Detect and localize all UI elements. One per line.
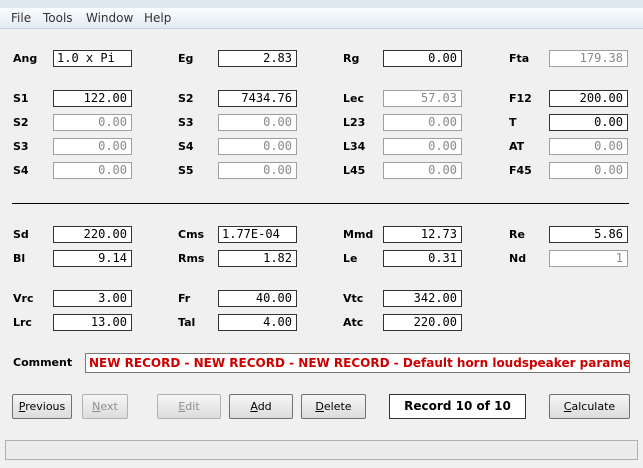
delete-button[interactable]: Delete	[301, 394, 366, 419]
label-rg: Rg	[343, 52, 360, 65]
previous-button-label: revious	[25, 400, 66, 413]
label-t: T	[509, 116, 517, 129]
field-fr[interactable]: 40.00	[218, 290, 297, 307]
field-s3b: 0.00	[218, 114, 297, 131]
calculate-button[interactable]: Calculate	[549, 394, 630, 419]
field-rms[interactable]: 1.82	[218, 250, 297, 267]
record-indicator: Record 10 of 10	[389, 394, 526, 419]
add-button-mnemonic: A	[250, 400, 258, 413]
label-l34: L34	[343, 140, 366, 153]
field-lec: 57.03	[383, 90, 462, 107]
label-lec: Lec	[343, 92, 364, 105]
field-f45: 0.00	[549, 162, 628, 179]
label-ang: Ang	[13, 52, 38, 65]
menu-tools[interactable]: Tools	[43, 11, 73, 25]
edit-button[interactable]: Edit	[157, 394, 221, 419]
label-f45: F45	[509, 164, 532, 177]
add-button-label: dd	[257, 400, 272, 413]
add-button[interactable]: Add	[229, 394, 293, 419]
status-bar	[5, 440, 638, 460]
edit-button-label: dit	[185, 400, 200, 413]
label-cms: Cms	[178, 228, 205, 241]
field-s2: 0.00	[53, 114, 132, 131]
label-mmd: Mmd	[343, 228, 374, 241]
menu-bar: File Tools Window Help	[0, 8, 643, 29]
menu-help[interactable]: Help	[144, 11, 171, 25]
field-eg[interactable]: 2.83	[218, 50, 297, 67]
menu-file[interactable]: File	[11, 11, 31, 25]
label-vtc: Vtc	[343, 292, 364, 305]
comment-field[interactable]: NEW RECORD - NEW RECORD - NEW RECORD - D…	[85, 353, 630, 373]
label-nd: Nd	[509, 252, 527, 265]
field-s4b: 0.00	[218, 138, 297, 155]
field-l23: 0.00	[383, 114, 462, 131]
label-l23: L23	[343, 116, 366, 129]
label-bl: Bl	[13, 252, 26, 265]
label-tal: Tal	[178, 316, 196, 329]
field-vrc[interactable]: 3.00	[53, 290, 132, 307]
label-s4b: S4	[178, 140, 194, 153]
field-bl[interactable]: 9.14	[53, 250, 132, 267]
field-lrc[interactable]: 13.00	[53, 314, 132, 331]
previous-button[interactable]: Previous	[12, 394, 72, 419]
label-sd: Sd	[13, 228, 29, 241]
label-f12: F12	[509, 92, 532, 105]
label-re: Re	[509, 228, 525, 241]
menu-window[interactable]: Window	[86, 11, 133, 25]
field-vtc[interactable]: 342.00	[383, 290, 462, 307]
label-s2b: S2	[178, 92, 194, 105]
delete-button-label: elete	[323, 400, 352, 413]
field-s1[interactable]: 122.00	[53, 90, 132, 107]
field-l45: 0.00	[383, 162, 462, 179]
label-l45: L45	[343, 164, 366, 177]
label-eg: Eg	[178, 52, 194, 65]
label-rms: Rms	[178, 252, 205, 265]
field-t[interactable]: 0.00	[549, 114, 628, 131]
field-ang[interactable]: 1.0 x Pi	[53, 50, 132, 67]
field-s2b[interactable]: 7434.76	[218, 90, 297, 107]
field-nd: 1	[549, 250, 628, 267]
field-s4: 0.00	[53, 162, 132, 179]
label-s5: S5	[178, 164, 194, 177]
field-at: 0.00	[549, 138, 628, 155]
next-button[interactable]: Next	[82, 394, 128, 419]
label-s3b: S3	[178, 116, 194, 129]
label-lrc: Lrc	[13, 316, 32, 329]
field-cms[interactable]: 1.77E-04	[218, 226, 297, 243]
label-fr: Fr	[178, 292, 191, 305]
label-le: Le	[343, 252, 358, 265]
field-l34: 0.00	[383, 138, 462, 155]
label-s3: S3	[13, 140, 29, 153]
field-s5: 0.00	[218, 162, 297, 179]
field-re[interactable]: 5.86	[549, 226, 628, 243]
label-vrc: Vrc	[13, 292, 34, 305]
label-atc: Atc	[343, 316, 364, 329]
section-divider	[12, 203, 629, 204]
label-at: AT	[509, 140, 525, 153]
field-f12[interactable]: 200.00	[549, 90, 628, 107]
label-s1: S1	[13, 92, 29, 105]
label-s4: S4	[13, 164, 29, 177]
label-s2: S2	[13, 116, 29, 129]
title-bar-remnant	[0, 0, 643, 8]
label-fta: Fta	[509, 52, 530, 65]
label-comment: Comment	[13, 356, 73, 369]
calculate-button-label: alculate	[571, 400, 616, 413]
field-sd[interactable]: 220.00	[53, 226, 132, 243]
field-tal[interactable]: 4.00	[218, 314, 297, 331]
field-rg[interactable]: 0.00	[383, 50, 462, 67]
field-s3: 0.00	[53, 138, 132, 155]
next-button-label: ext	[100, 400, 118, 413]
delete-button-mnemonic: D	[315, 400, 324, 413]
field-fta: 179.38	[549, 50, 628, 67]
field-atc[interactable]: 220.00	[383, 314, 462, 331]
field-mmd[interactable]: 12.73	[383, 226, 462, 243]
field-le[interactable]: 0.31	[383, 250, 462, 267]
